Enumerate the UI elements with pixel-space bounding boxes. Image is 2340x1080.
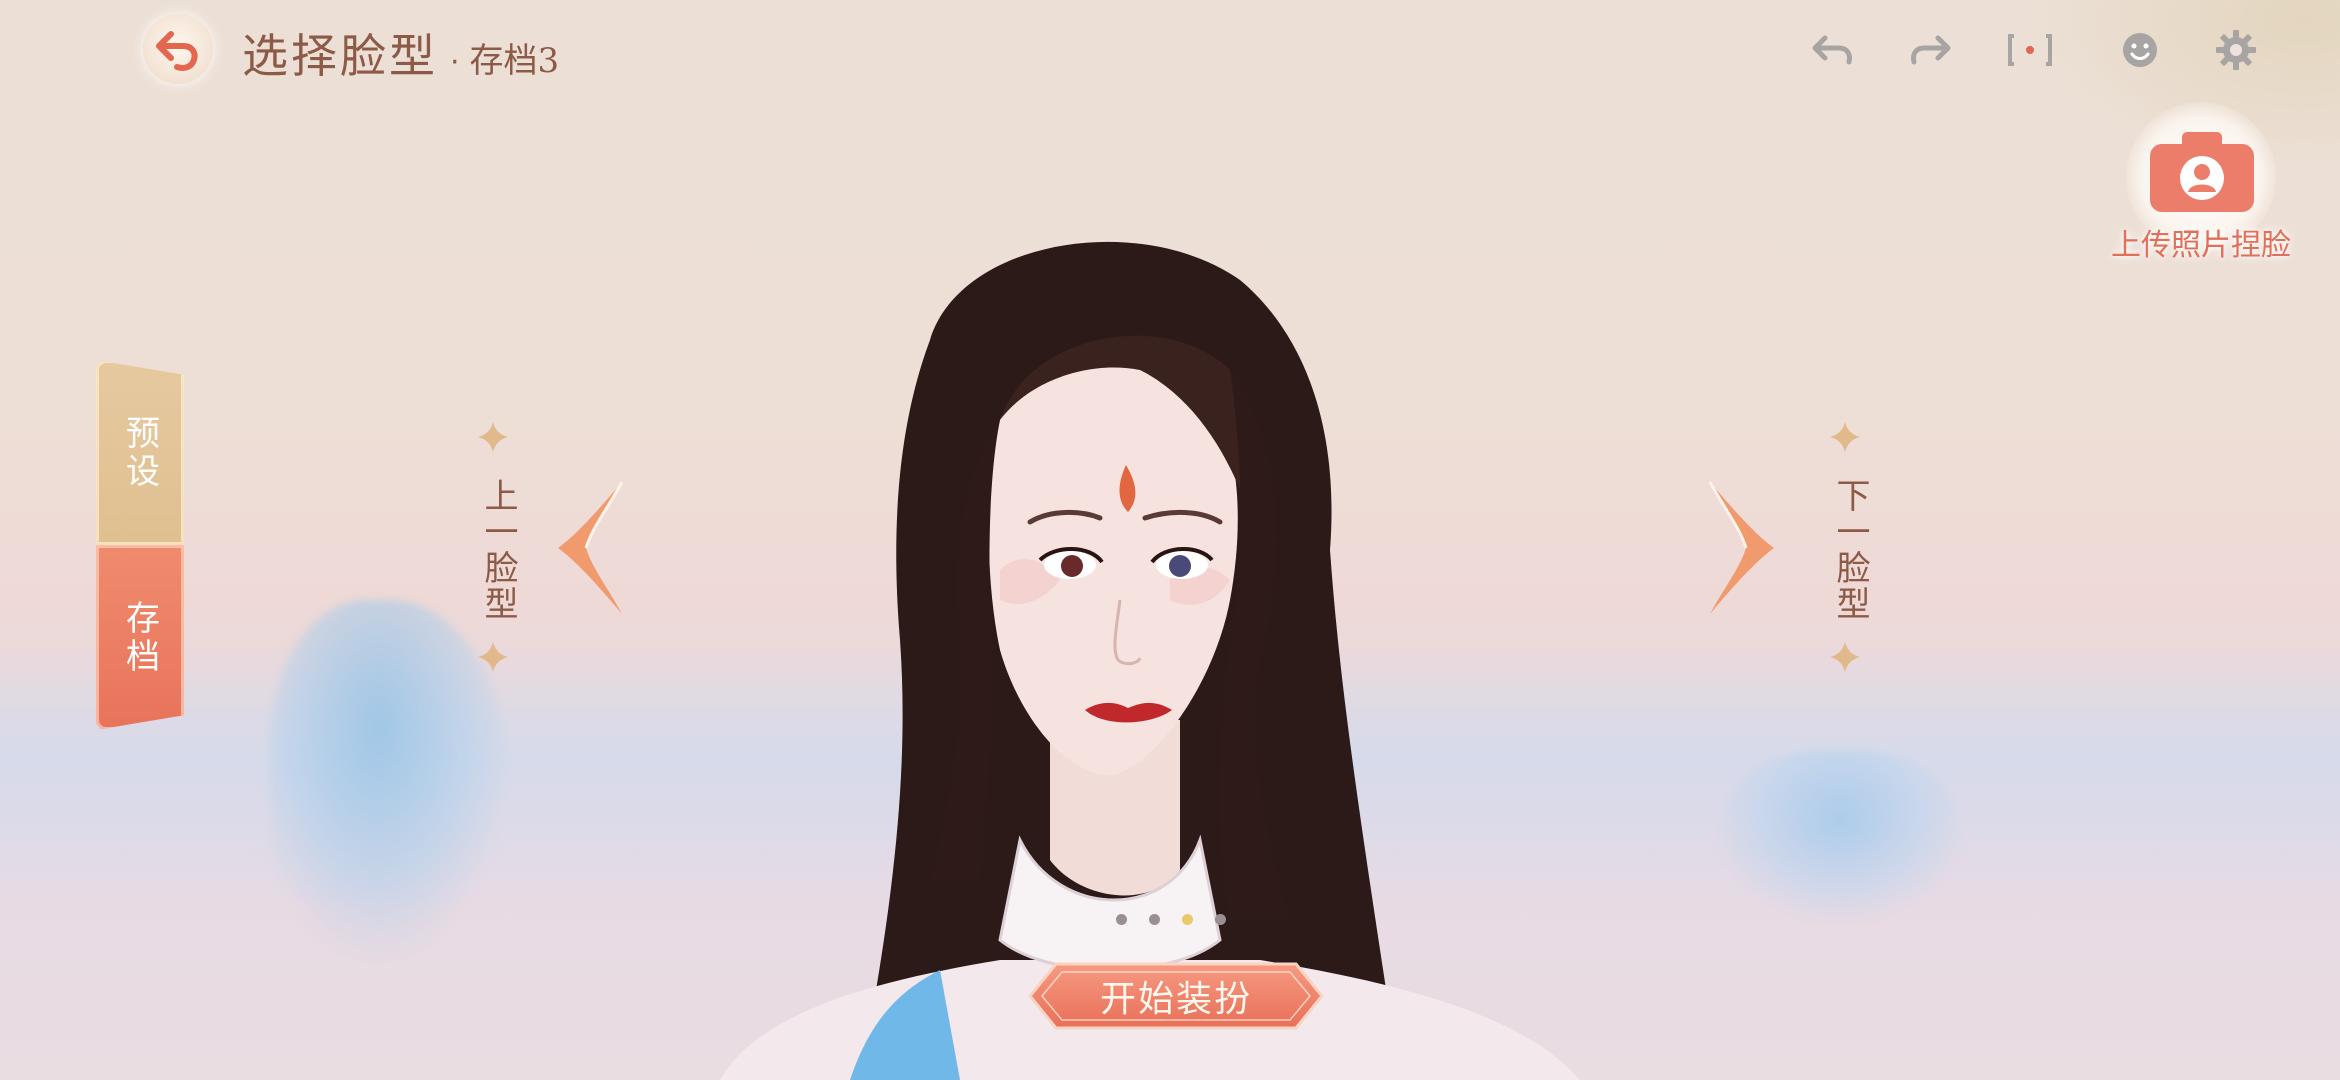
start-dressing-button[interactable]: 开始装扮 (1026, 960, 1326, 1032)
next-face-label[interactable]: 下一脸型 (1826, 478, 1875, 622)
ornament-icon (478, 642, 508, 672)
background-mountain-left (270, 600, 510, 960)
face-select-screen: 选择脸型 · 存档3 上传照片捏脸 预设 存档 上一脸型 下一脸型 开始装扮 (0, 0, 2340, 1080)
screenshot-button[interactable] (2006, 26, 2054, 74)
page-dot (1182, 914, 1193, 925)
screenshot-frame-icon (2008, 34, 2052, 66)
redo-button[interactable] (1906, 26, 1954, 74)
title-text: 选择脸型 (242, 29, 438, 83)
expression-button[interactable] (2116, 26, 2164, 74)
page-dot (1149, 914, 1160, 925)
ornament-icon (478, 422, 508, 452)
upload-photo-button[interactable]: 上传照片捏脸 (2096, 102, 2306, 263)
character-portrait[interactable] (700, 220, 1600, 1080)
prev-face-label[interactable]: 上一脸型 (474, 478, 523, 622)
tab-archive[interactable]: 存档 (96, 545, 184, 730)
redo-arrow-icon (1911, 35, 1951, 65)
start-dressing-label: 开始装扮 (1099, 979, 1252, 1020)
background-mountain-right (1720, 750, 1960, 920)
gear-icon (2216, 30, 2256, 70)
back-button[interactable] (143, 14, 213, 84)
back-arrow-icon (156, 31, 198, 71)
page-dot (1116, 914, 1127, 925)
undo-button[interactable] (1809, 26, 1857, 74)
tab-preset[interactable]: 预设 (96, 360, 184, 545)
ornament-icon (1830, 642, 1860, 672)
title-separator: · (450, 45, 460, 80)
next-face-arrow-icon[interactable] (1700, 478, 1780, 618)
prev-face-arrow-icon[interactable] (552, 478, 632, 618)
page-dot (1215, 914, 1226, 925)
page-indicator (1116, 914, 1226, 925)
smiley-face-icon (2123, 33, 2157, 67)
ornament-icon (1830, 422, 1860, 452)
upload-photo-label: 上传照片捏脸 (2111, 228, 2291, 263)
save-slot-label: 存档3 (469, 41, 560, 81)
settings-button[interactable] (2212, 26, 2260, 74)
undo-arrow-icon (1812, 35, 1852, 65)
camera-icon (2150, 132, 2254, 212)
page-title: 选择脸型 · 存档3 (242, 20, 560, 83)
